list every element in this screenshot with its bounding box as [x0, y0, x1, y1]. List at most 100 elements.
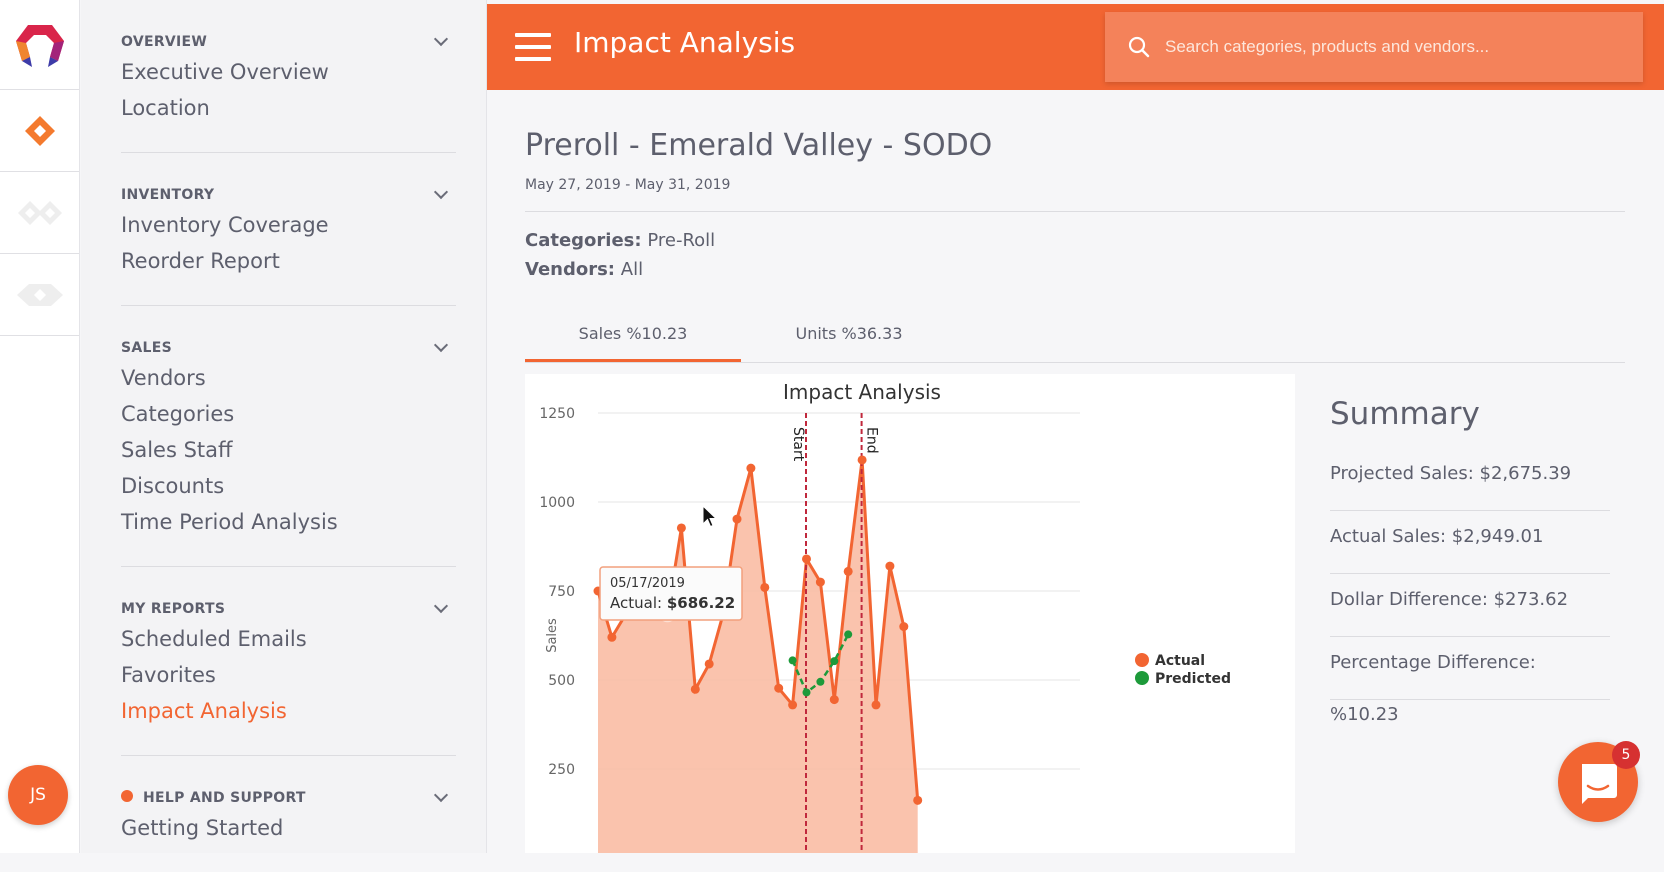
vendors-label: Vendors: — [525, 259, 616, 280]
menu-icon[interactable] — [515, 33, 551, 61]
search-input[interactable] — [1165, 37, 1605, 57]
chevron-down-icon[interactable] — [433, 598, 449, 614]
section-header[interactable]: MY REPORTS — [121, 597, 456, 621]
sidebar-section-inventory: INVENTORY Inventory Coverage Reorder Rep… — [121, 153, 456, 306]
section-header[interactable]: SALES — [121, 336, 456, 360]
tooltip-date: 05/17/2019 — [610, 576, 685, 591]
vendors-filter: Vendors: All — [525, 255, 1625, 284]
predicted-point — [830, 657, 839, 666]
categories-label: Categories: — [525, 230, 642, 251]
section-label: HELP AND SUPPORT — [143, 790, 306, 806]
diamond-icon — [24, 115, 55, 146]
summary-actual-sales: Actual Sales: $2,949.01 — [1330, 511, 1610, 574]
section-label-wrap: HELP AND SUPPORT — [121, 790, 306, 806]
tooltip-label: Actual: — [610, 594, 667, 612]
y-tick-label: 500 — [548, 673, 575, 689]
actual-point — [704, 659, 714, 669]
y-tick-label: 250 — [548, 762, 575, 778]
actual-point — [760, 582, 770, 592]
report-title: Preroll - Emerald Valley - SODO — [525, 128, 993, 163]
section-header[interactable]: OVERVIEW — [121, 30, 456, 54]
sidebar-item-inventory-coverage[interactable]: Inventory Coverage — [121, 207, 456, 243]
actual-point — [885, 561, 895, 571]
rail-item-diamond[interactable] — [0, 90, 79, 172]
sidebar-item-location[interactable]: Location — [121, 90, 456, 126]
user-avatar[interactable]: JS — [8, 765, 68, 825]
app-logo-icon — [15, 24, 64, 67]
page-title: Impact Analysis — [574, 26, 796, 59]
sidebar-item-executive-overview[interactable]: Executive Overview — [121, 54, 456, 90]
sidebar-section-help: HELP AND SUPPORT Getting Started — [121, 756, 456, 872]
chevron-down-icon[interactable] — [433, 184, 449, 200]
tooltip-amount: $686.22 — [667, 594, 735, 612]
summary-panel: Summary Projected Sales: $2,675.39 Actua… — [1330, 396, 1610, 725]
summary-dollar-difference: Dollar Difference: $273.62 — [1330, 574, 1610, 637]
icon-rail: JS — [0, 0, 80, 853]
legend-predicted-swatch — [1135, 671, 1149, 685]
report-content: Preroll - Emerald Valley - SODO May 27, … — [525, 90, 1625, 363]
eye-icon — [16, 283, 63, 306]
chevron-down-icon[interactable] — [433, 787, 449, 803]
categories-value: Pre-Roll — [647, 230, 716, 251]
report-filters: Categories: Pre-Roll Vendors: All — [525, 226, 1625, 284]
section-label: INVENTORY — [121, 187, 215, 203]
summary-title: Summary — [1330, 396, 1480, 432]
actual-point — [871, 700, 881, 710]
sidebar-item-reorder-report[interactable]: Reorder Report — [121, 243, 456, 279]
predicted-point — [802, 688, 811, 697]
sidebar-item-favorites[interactable]: Favorites — [121, 657, 456, 693]
sidebar-item-categories[interactable]: Categories — [121, 396, 456, 432]
marker-label-end: End — [864, 427, 880, 454]
chat-unread-badge: 5 — [1612, 741, 1640, 769]
actual-point — [607, 632, 617, 642]
section-label: SALES — [121, 340, 172, 356]
actual-point — [913, 795, 923, 805]
predicted-point — [816, 677, 825, 686]
chevron-down-icon[interactable] — [433, 31, 449, 47]
rail-item-eye[interactable] — [0, 254, 79, 336]
actual-point — [815, 577, 825, 587]
y-tick-label: 1000 — [539, 495, 575, 511]
actual-point — [746, 463, 756, 473]
actual-point — [802, 554, 811, 564]
chart-card: Impact Analysis 250 500 750 1000 1250 Sales Sta… — [525, 374, 1295, 853]
legend-actual-label: Actual — [1155, 653, 1205, 669]
sidebar-section-sales: SALES Vendors Categories Sales Staff Dis… — [121, 306, 456, 567]
actual-point — [829, 695, 839, 705]
actual-point — [857, 455, 867, 465]
notification-dot-icon — [121, 790, 133, 802]
sidebar-item-time-period-analysis[interactable]: Time Period Analysis — [121, 504, 456, 540]
tab-sales[interactable]: Sales %10.23 — [525, 305, 741, 362]
sidebar-item-vendors[interactable]: Vendors — [121, 360, 456, 396]
sidebar-item-impact-analysis[interactable]: Impact Analysis — [121, 693, 456, 729]
section-header[interactable]: HELP AND SUPPORT — [121, 786, 456, 810]
y-tick-label: 1250 — [539, 406, 575, 422]
actual-point — [788, 700, 798, 710]
legend-actual-swatch — [1135, 653, 1149, 667]
impact-chart: Impact Analysis 250 500 750 1000 1250 Sales Sta… — [539, 380, 1231, 853]
sidebar-item-discounts[interactable]: Discounts — [121, 468, 456, 504]
section-label: MY REPORTS — [121, 601, 226, 617]
top-bar: Impact Analysis — [487, 4, 1664, 90]
chevron-down-icon[interactable] — [433, 337, 449, 353]
section-header[interactable]: INVENTORY — [121, 183, 456, 207]
search-box[interactable] — [1105, 12, 1643, 82]
rail-item-double-diamond[interactable] — [0, 172, 79, 254]
sidebar-item-sales-staff[interactable]: Sales Staff — [121, 432, 456, 468]
divider — [525, 211, 1625, 212]
tab-units[interactable]: Units %36.33 — [741, 305, 957, 362]
actual-point — [899, 622, 909, 632]
sidebar-item-scheduled-emails[interactable]: Scheduled Emails — [121, 621, 456, 657]
y-tick-label: 750 — [548, 584, 575, 600]
double-diamond-icon — [17, 200, 62, 225]
sidebar-section-my-reports: MY REPORTS Scheduled Emails Favorites Im… — [121, 567, 456, 756]
actual-point — [676, 523, 686, 533]
legend-predicted-label: Predicted — [1155, 671, 1231, 687]
report-tabs: Sales %10.23 Units %36.33 — [525, 305, 1625, 363]
rail-logo[interactable] — [0, 0, 79, 90]
sidebar-item-getting-started[interactable]: Getting Started — [121, 810, 456, 846]
summary-percentage-difference: Percentage Difference: %10.23 — [1330, 637, 1610, 725]
predicted-point — [844, 630, 853, 639]
tooltip-value: Actual: $686.22 — [610, 594, 735, 612]
actual-point — [690, 684, 700, 694]
